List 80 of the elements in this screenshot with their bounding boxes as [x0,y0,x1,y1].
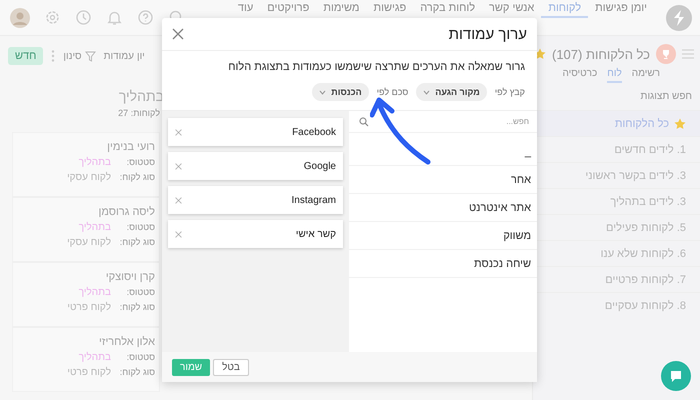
remove-icon[interactable] [175,128,182,136]
customer-name: קרן ויסוצקי [104,271,155,283]
dropdown[interactable]: מקור הגעה [416,83,487,101]
nav-tab[interactable]: משימות [316,0,366,18]
more-icon[interactable] [51,50,56,62]
menu-icon[interactable] [682,49,694,59]
logo-icon[interactable] [666,4,692,30]
trophy-icon [656,44,676,64]
view-tab[interactable]: לוח [607,66,622,83]
chip-label: Google [304,160,336,172]
chat-icon [669,369,683,383]
field-label: סטטוס: [126,157,155,168]
nav-tab[interactable]: פגישות [366,0,414,18]
customer-name: רועי בנימין [106,141,155,153]
filter-button[interactable]: סינון [63,50,96,62]
dialog-description: גרור שמאלה את הערכים שתרצה שישמשו כעמודות בתצוגת הלוח [227,60,526,75]
sort-button[interactable]: יון [136,50,145,62]
dropdown[interactable]: הכנסות [312,83,369,101]
view-tab[interactable]: כרטיסיה [562,66,598,83]
nav-tab[interactable]: יומן פגישות [588,0,654,18]
field-label: סוג לקוח: [118,302,155,313]
column-title: בתהליך [118,87,164,104]
help-icon[interactable] [137,9,154,26]
customer-name: אלון אלחריזי [98,336,155,348]
filter-icon [84,50,96,62]
field-label: סוג לקוח: [118,367,155,378]
nav-tab[interactable]: עוד [230,0,260,18]
search-icon [359,116,369,126]
search-field[interactable]: חפש תצוגות [541,89,692,104]
remove-icon[interactable] [175,196,182,204]
nav-tab[interactable]: פרויקטים [260,0,316,18]
avatar-icon[interactable] [10,8,30,28]
type-value: לקוח פרטי [67,367,111,378]
column-count: לקוחות: 27 [117,107,160,120]
columns-button[interactable]: עמודות [104,50,134,62]
save-button[interactable]: שמור [172,358,210,376]
column-chip[interactable]: Facebook [168,118,343,146]
column-chip[interactable]: קשר אישי [168,220,343,248]
type-value: לקוח עסקי [67,172,111,183]
status-value: בתהליך [78,222,111,233]
nav-tab[interactable]: לקוחות [541,0,588,18]
chip-label: Instagram [292,194,336,206]
page-title: כל הלקוחות (107) [552,46,650,62]
view-tab[interactable]: רשימה [632,66,660,83]
field-label: סוג לקוח: [118,237,155,248]
status-value: בתהליך [78,157,111,168]
customer-card[interactable]: אלון אלחריזי סטטוס: בתהליך סוג לקוח: לקוח פרטי [12,327,160,392]
star-icon[interactable] [674,118,686,130]
clock-icon[interactable] [75,9,92,26]
field-label: סוג לקוח: [118,172,155,183]
chip-label: קשר אישי [296,228,336,240]
type-value: לקוח פרטי [67,302,111,313]
caret-icon [319,90,326,94]
status-value: בתהליך [78,352,111,363]
field-label: סטטוס: [126,352,155,363]
caret-icon [423,90,430,94]
status-value: בתהליך [78,287,111,298]
close-icon[interactable] [172,28,184,40]
nav-tab[interactable]: אנשי קשר [482,0,542,18]
nav-tab[interactable]: לוחות בקרה [413,0,482,18]
dialog-title: ערוך עמודות [448,26,527,42]
search-field[interactable]: חפש... [369,116,531,127]
customer-card[interactable]: קרן ויסוצקי סטטוס: בתהליך סוג לקוח: לקוח פרטי [12,262,160,327]
field-label: סטטוס: [126,222,155,233]
customer-card[interactable]: רועי בנימין סטטוס: בתהליך סוג לקוח: לקוח עסקי [12,132,160,197]
chip-label: Facebook [292,126,336,138]
customer-card[interactable]: ליסה גרוסמן סטטוס: בתהליך סוג לקוח: לקוח עסקי [12,197,160,262]
dropdown-label: קבץ לפי [494,87,525,97]
column-chip[interactable]: Instagram [168,186,343,214]
cancel-button[interactable]: בטל [213,358,249,376]
type-value: לקוח עסקי [67,237,111,248]
remove-icon[interactable] [175,162,182,170]
field-label: סטטוס: [126,287,155,298]
bell-icon[interactable] [106,9,123,26]
remove-icon[interactable] [175,230,182,238]
settings-icon[interactable] [44,9,61,26]
dropdown-label: סכם לפי [376,87,408,97]
customer-name: ליסה גרוסמן [97,206,155,218]
column-chip[interactable]: Google [168,152,343,180]
new-button[interactable]: חדש [8,47,44,65]
